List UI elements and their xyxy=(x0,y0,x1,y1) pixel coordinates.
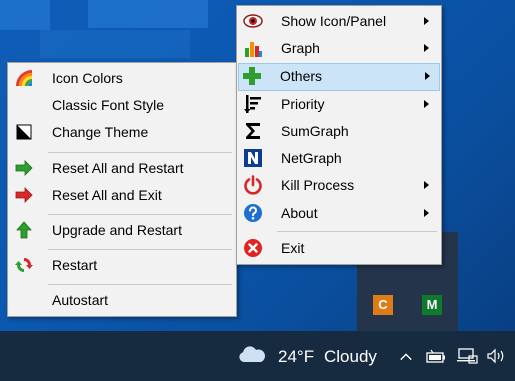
window-pane-decoration xyxy=(0,0,50,30)
battery-icon[interactable] xyxy=(426,349,448,365)
window-pane-decoration xyxy=(88,0,208,28)
menu-item-label: SumGraph xyxy=(281,123,349,139)
menu-item-show-icon-panel[interactable]: Show Icon/Panel xyxy=(239,8,439,34)
plus-icon xyxy=(243,67,261,85)
menu-item-reset-all-and-exit[interactable]: Reset All and Exit xyxy=(10,182,234,208)
eye-icon xyxy=(243,14,263,28)
menu-item-priority[interactable]: Priority xyxy=(239,91,439,117)
close-circle-icon xyxy=(244,239,262,257)
network-icon[interactable] xyxy=(457,348,479,364)
submenu-arrow-icon xyxy=(425,72,430,80)
power-icon xyxy=(244,175,262,195)
submenu-arrow-icon xyxy=(424,100,429,108)
menu-item-label: Show Icon/Panel xyxy=(281,13,387,29)
window-pane-decoration xyxy=(40,30,190,58)
menu-item-label: Graph xyxy=(281,40,320,56)
menu-separator xyxy=(48,152,232,153)
menu-item-label: Classic Font Style xyxy=(52,97,165,113)
n-icon xyxy=(244,149,262,167)
menu-item-label: About xyxy=(281,205,318,221)
submenu-arrow-icon xyxy=(424,181,429,189)
menu-item-netgraph[interactable]: NetGraph xyxy=(239,145,439,171)
weather-temperature: 24°F xyxy=(278,347,315,366)
menu-item-others[interactable]: Others xyxy=(238,63,440,91)
refresh-icon xyxy=(15,258,33,272)
others-submenu: Icon Colors Classic Font Style Change Th… xyxy=(7,62,237,317)
red-arrow-right-icon xyxy=(15,187,33,203)
tray-app-m-icon[interactable]: M xyxy=(422,295,442,315)
menu-item-sumgraph[interactable]: SumGraph xyxy=(239,118,439,144)
green-arrow-right-icon xyxy=(15,160,33,176)
menu-separator xyxy=(48,214,232,215)
menu-item-label: Upgrade and Restart xyxy=(52,222,182,238)
menu-item-reset-all-and-restart[interactable]: Reset All and Restart xyxy=(10,155,234,181)
menu-item-label: Icon Colors xyxy=(52,70,123,86)
priority-icon xyxy=(244,95,261,113)
menu-item-label: Exit xyxy=(281,240,305,256)
submenu-arrow-icon xyxy=(424,17,429,25)
sigma-icon xyxy=(246,123,260,139)
menu-item-label: Others xyxy=(280,68,323,84)
chevron-up-icon[interactable] xyxy=(398,350,414,364)
cloud-icon xyxy=(239,346,265,362)
menu-separator xyxy=(48,249,232,250)
menu-item-graph[interactable]: Graph xyxy=(239,35,439,61)
menu-item-label: NetGraph xyxy=(281,150,342,166)
menu-item-kill-process[interactable]: Kill Process xyxy=(239,172,439,198)
menu-item-classic-font-style[interactable]: Classic Font Style xyxy=(10,92,234,118)
menu-item-about[interactable]: About xyxy=(239,200,439,226)
menu-item-label: Priority xyxy=(281,96,325,112)
tray-app-c-icon[interactable]: C xyxy=(373,295,393,315)
menu-item-label: Autostart xyxy=(52,292,109,308)
theme-icon xyxy=(16,124,32,140)
menu-separator xyxy=(277,231,437,232)
weather-widget[interactable]: 24°F Cloudy xyxy=(236,341,386,371)
menu-item-label: Kill Process xyxy=(281,177,355,193)
green-arrow-up-icon xyxy=(16,221,32,239)
menu-item-restart[interactable]: Restart xyxy=(10,252,234,278)
menu-item-label: Change Theme xyxy=(52,124,149,140)
help-icon xyxy=(244,204,262,222)
volume-icon[interactable] xyxy=(486,348,508,364)
menu-item-label: Restart xyxy=(52,257,98,273)
menu-item-change-theme[interactable]: Change Theme xyxy=(10,119,234,145)
menu-item-exit[interactable]: Exit xyxy=(239,235,439,261)
menu-item-label: Reset All and Restart xyxy=(52,160,184,176)
bar-chart-icon xyxy=(245,42,262,57)
menu-separator xyxy=(48,284,232,285)
taskbar: 24°F Cloudy xyxy=(0,331,515,381)
menu-item-upgrade-and-restart[interactable]: Upgrade and Restart xyxy=(10,217,234,243)
submenu-arrow-icon xyxy=(424,209,429,217)
menu-item-label: Reset All and Exit xyxy=(52,187,162,203)
submenu-arrow-icon xyxy=(424,44,429,52)
main-context-menu: Show Icon/Panel Graph Others Priority Su… xyxy=(236,5,442,265)
rainbow-icon xyxy=(16,70,32,86)
menu-item-icon-colors[interactable]: Icon Colors xyxy=(10,65,234,91)
weather-condition: Cloudy xyxy=(324,347,377,366)
menu-item-autostart[interactable]: Autostart xyxy=(10,287,234,313)
